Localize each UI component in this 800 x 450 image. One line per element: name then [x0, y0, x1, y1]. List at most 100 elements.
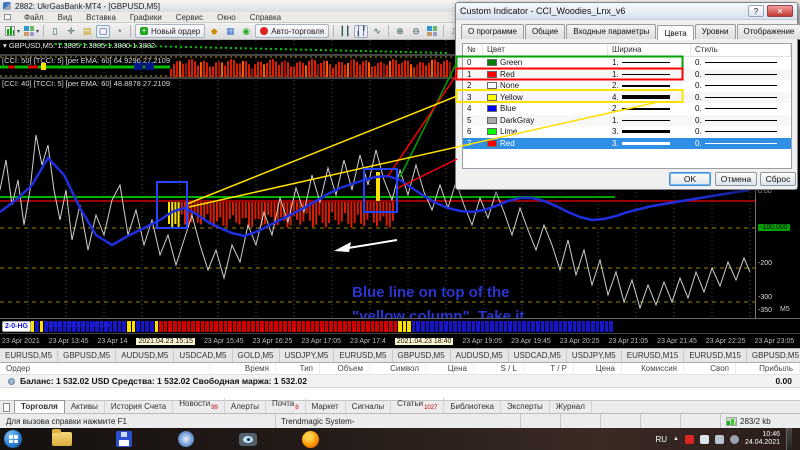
firefox-taskbar-icon[interactable]: [298, 430, 322, 448]
custom-indicator-dialog: Custom Indicator - CCI_Woodies_Lnx_v6 ? …: [455, 2, 800, 190]
symbol-tab-GOLD,M5[interactable]: GOLD,M5: [233, 350, 280, 362]
refresh-icon[interactable]: ◔: [112, 25, 126, 38]
terminal-tab-Статьи[interactable]: Статьи1027: [391, 398, 445, 413]
dialog-tab-Входные параметры[interactable]: Входные параметры: [566, 24, 657, 39]
candlestick-icon[interactable]: ╽╿: [354, 24, 369, 38]
color-cell: Red: [483, 139, 608, 148]
show-desktop-button[interactable]: [786, 428, 792, 450]
lightning-app-taskbar-icon[interactable]: [174, 430, 198, 448]
chart-window-button[interactable]: ▢: [96, 24, 111, 38]
time-axis[interactable]: 23 Apr 2021 23 Apr 13:45 23 Apr 14 2021.04.…: [0, 333, 800, 348]
language-indicator[interactable]: RU: [655, 435, 667, 444]
symbol-tab-GBPUSD,M5[interactable]: GBPUSD,M5: [393, 350, 451, 362]
color-row-5[interactable]: 5 DarkGray 1. 0.: [463, 114, 791, 126]
menu-item-Графики[interactable]: Графики: [123, 13, 169, 22]
menu-item-Вид[interactable]: Вид: [51, 13, 79, 22]
app-icon: [3, 2, 11, 10]
expert-icon[interactable]: ◆: [207, 25, 221, 38]
dialog-tab-О программе[interactable]: О программе: [461, 24, 524, 39]
tray-app-icon[interactable]: [699, 434, 709, 444]
tray-alert-icon[interactable]: [684, 434, 694, 444]
zoom-out-icon[interactable]: ⊖: [409, 25, 423, 38]
symbol-tab-EURUSD,M15[interactable]: EURUSD,M15: [684, 350, 747, 362]
zoom-in-icon[interactable]: ⊕: [393, 25, 407, 38]
symbol-tab-USDJPY,M5[interactable]: USDJPY,M5: [567, 350, 622, 362]
terminal-tab-Почта[interactable]: Почта8: [266, 398, 306, 413]
terminal-tab-Маркет[interactable]: Маркет: [306, 401, 346, 413]
taskbar-clock[interactable]: 10:46 24.04.2021: [745, 431, 780, 447]
network-icon[interactable]: [714, 434, 724, 444]
terminal-tab-Журнал[interactable]: Журнал: [550, 401, 592, 413]
crosshair-icon[interactable]: ✛: [64, 25, 78, 38]
symbol-tab-USDCAD,M5[interactable]: USDCAD,M5: [509, 350, 567, 362]
dialog-tab-Цвета[interactable]: Цвета: [657, 25, 694, 40]
width-cell: 1.: [608, 116, 691, 125]
reset-button[interactable]: Сброс: [760, 172, 796, 186]
bar-chart-icon[interactable]: ┃┃: [338, 25, 352, 38]
color-row-0[interactable]: 0 Green 1. 0.: [463, 57, 791, 69]
dialog-close-button[interactable]: ✕: [767, 5, 793, 17]
ok-button[interactable]: OK: [669, 172, 711, 186]
dialog-tab-Общие[interactable]: Общие: [524, 24, 566, 39]
symbol-tab-GBPUSD,M5[interactable]: GBPUSD,M5: [58, 350, 117, 362]
profiles-button[interactable]: [22, 25, 36, 38]
symbol-tab-AUDUSD,M5[interactable]: AUDUSD,M5: [451, 350, 509, 362]
menu-item-Файл[interactable]: Файл: [17, 13, 51, 22]
color-row-4[interactable]: 4 Blue 2. 0.: [463, 103, 791, 115]
symbol-tab-EURUSD,M5[interactable]: EURUSD,M5: [0, 350, 59, 362]
terminal-tab-Новости[interactable]: Новости99: [173, 398, 225, 413]
terminal-tab-Торговля[interactable]: Торговля: [14, 400, 65, 413]
terminal-tab-Алерты[interactable]: Алерты: [225, 401, 267, 413]
cancel-button[interactable]: Отмена: [715, 172, 757, 186]
symbol-tab-EURUSD,M5[interactable]: EURUSD,M5: [334, 350, 393, 362]
profiles-caret-icon[interactable]: ▾: [36, 28, 39, 35]
tab-badge: 1027: [424, 405, 438, 411]
auto-trading-button[interactable]: Авто-торговля: [255, 24, 330, 38]
menu-item-Справка[interactable]: Справка: [243, 13, 288, 22]
web-icon[interactable]: ◉: [239, 25, 253, 38]
ribbon-label: 2-0-HG: [2, 321, 31, 332]
dialog-help-button[interactable]: ?: [748, 5, 764, 17]
menu-item-Вставка[interactable]: Вставка: [79, 13, 123, 22]
symbol-tab-AUDUSD,M5[interactable]: AUDUSD,M5: [116, 350, 175, 362]
symbol-tab-USDJPY,M5[interactable]: USDJPY,M5: [280, 350, 335, 362]
new-chart-caret-icon[interactable]: ▾: [17, 28, 20, 35]
terminal-tab-Сигналы[interactable]: Сигналы: [346, 401, 392, 413]
dialog-tab-Уровни[interactable]: Уровни: [694, 24, 736, 39]
line-chart-icon[interactable]: ∿: [370, 25, 384, 38]
save-app-taskbar-icon[interactable]: [112, 430, 136, 448]
color-row-7[interactable]: 7 Red 3. 0.: [463, 137, 791, 149]
viewer-app-taskbar-icon[interactable]: [236, 430, 260, 448]
color-row-3[interactable]: 3 Yellow 4. 0.: [463, 91, 791, 103]
menu-item-Окно[interactable]: Окно: [210, 13, 243, 22]
volume-icon[interactable]: [729, 434, 739, 444]
symbol-tab-USDCAD,M5[interactable]: USDCAD,M5: [174, 350, 233, 362]
terminal-tab-История Счета[interactable]: История Счета: [105, 401, 174, 413]
new-chart-button[interactable]: [3, 25, 17, 38]
terminal-tab-Библиотека[interactable]: Библиотека: [444, 401, 501, 413]
chart-shift-icon[interactable]: ▯: [48, 25, 62, 38]
templates-icon[interactable]: ▤: [80, 25, 94, 38]
symbol-tab-EURUSD,M15[interactable]: EURUSD,M15: [622, 350, 685, 362]
color-row-2[interactable]: 2 None 2. 0.: [463, 80, 791, 92]
chart-window-icon[interactable]: [4, 14, 11, 20]
color-row-6[interactable]: 6 Lime 3. 0.: [463, 126, 791, 138]
color-name: Red: [500, 69, 515, 79]
dialog-tab-Отображение[interactable]: Отображение: [736, 24, 800, 39]
tile-windows-icon[interactable]: [425, 25, 439, 38]
terminal-tab-Эксперты[interactable]: Эксперты: [501, 401, 550, 413]
time-label: 23 Apr 19:05: [462, 337, 503, 345]
color-row-1[interactable]: 1 Red 1. 0.: [463, 68, 791, 80]
width-line-preview: [621, 141, 670, 145]
terminal-icon[interactable]: ▦: [223, 25, 237, 38]
terminal-tab-Активы[interactable]: Активы: [65, 401, 105, 413]
tray-expand-icon[interactable]: ▲: [673, 436, 679, 442]
time-label: 23 Apr 20:25: [559, 337, 600, 345]
menu-item-Сервис[interactable]: Сервис: [169, 13, 210, 22]
symbol-tab-GBPUSD,M5[interactable]: GBPUSD,M5: [747, 350, 800, 362]
start-button[interactable]: [4, 430, 22, 448]
row-index: 5: [467, 115, 472, 125]
new-order-button[interactable]: + Новый ордер: [135, 24, 206, 38]
dialog-title-bar[interactable]: Custom Indicator - CCI_Woodies_Lnx_v6 ? …: [456, 3, 797, 20]
explorer-taskbar-icon[interactable]: [50, 429, 74, 448]
